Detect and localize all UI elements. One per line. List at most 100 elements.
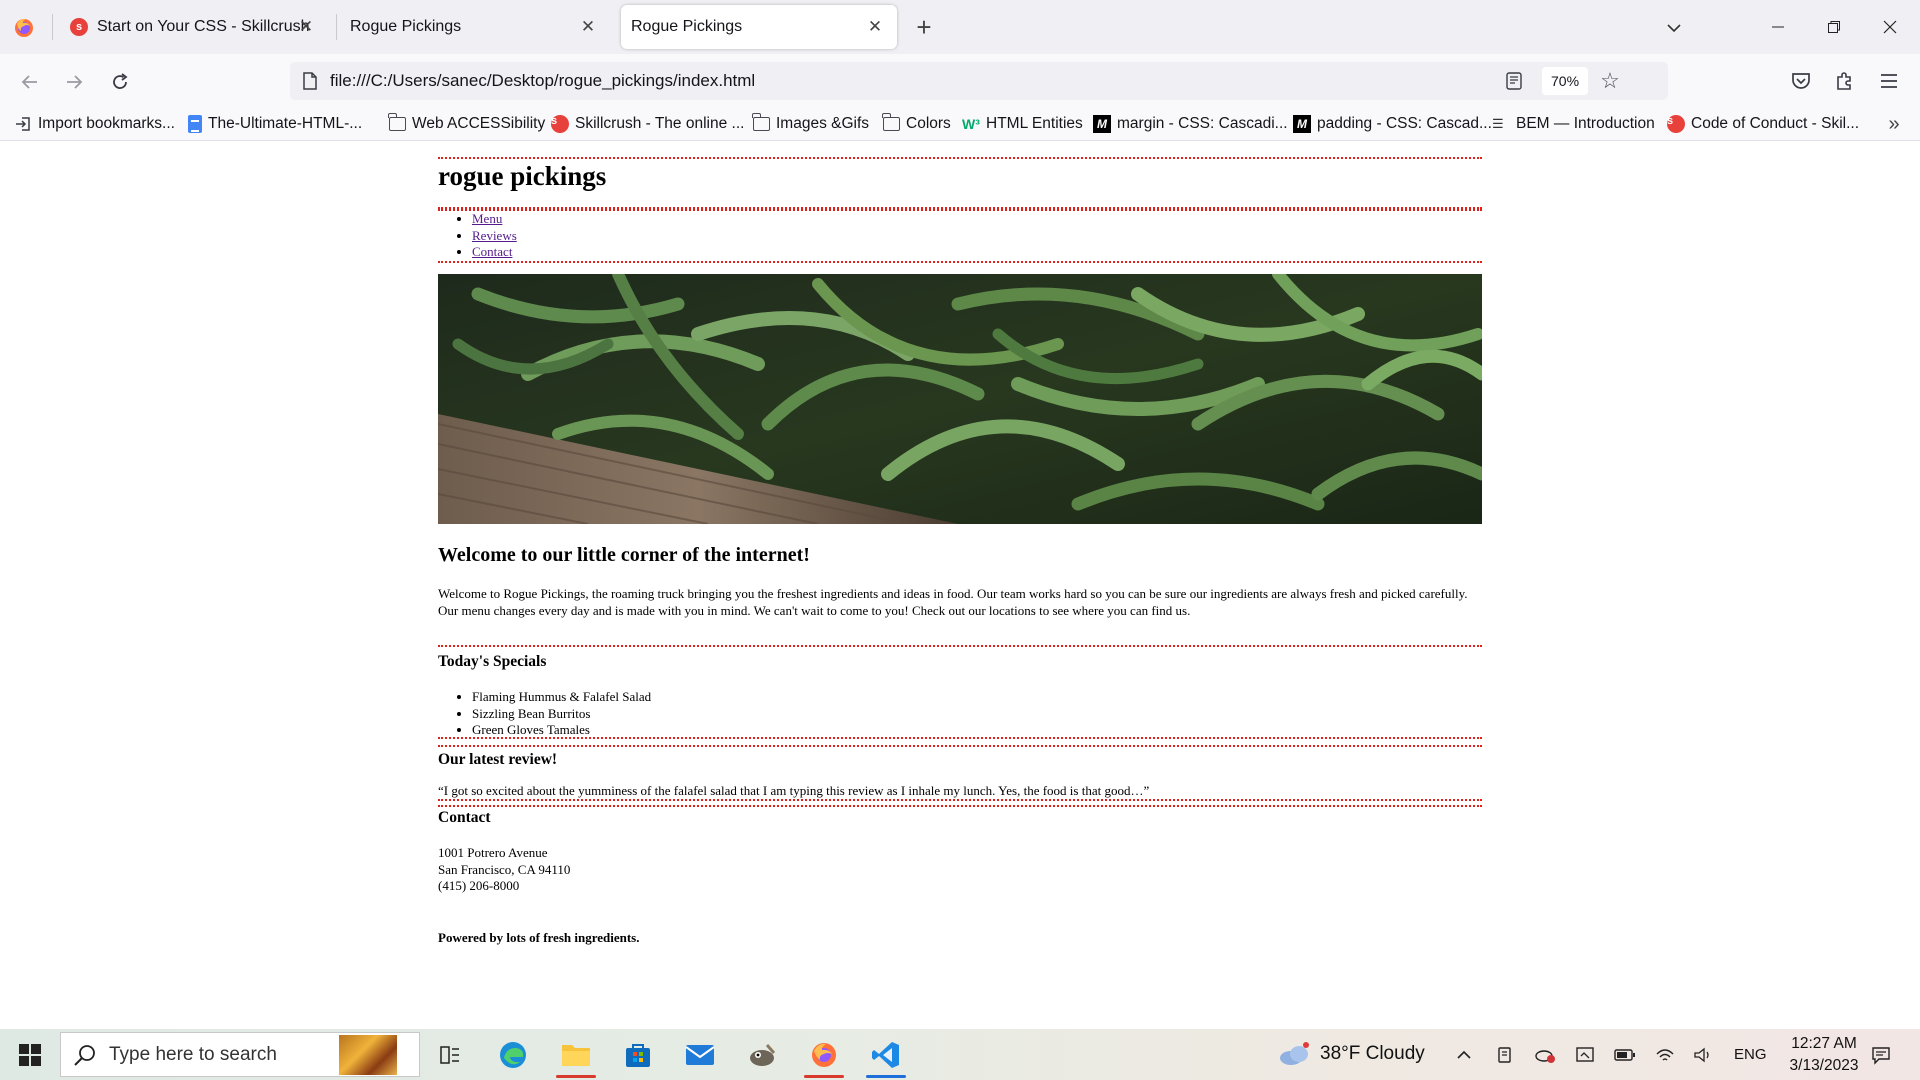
- nav-item-menu: Menu: [472, 211, 1482, 228]
- list-item: Green Gloves Tamales: [472, 722, 651, 739]
- bookmark-ultimate-html[interactable]: The-Ultimate-HTML-...: [188, 108, 362, 140]
- back-arrow-icon: [21, 75, 37, 89]
- list-all-tabs-button[interactable]: [1660, 14, 1688, 42]
- contact-heading: Contact: [438, 809, 491, 826]
- vscode-taskbar-button[interactable]: [862, 1034, 910, 1078]
- bookmark-folder-web-accessibility[interactable]: Web ACCESSibility: [388, 108, 546, 140]
- bookmark-label: Web ACCESSibility: [412, 115, 546, 132]
- app-menu-button[interactable]: [1876, 68, 1902, 94]
- windows-logo-icon: [19, 1044, 41, 1066]
- reader-view-icon[interactable]: [1504, 71, 1524, 91]
- screen-capture-icon[interactable]: [1574, 1044, 1596, 1066]
- folder-icon: [752, 113, 770, 131]
- bookmark-star-icon[interactable]: ☆: [1598, 69, 1622, 93]
- notifications-icon[interactable]: [1870, 1044, 1892, 1066]
- language-indicator[interactable]: ENG: [1734, 1046, 1767, 1063]
- start-button[interactable]: [12, 1041, 52, 1069]
- clock-time: 12:27 AM: [1791, 1035, 1857, 1052]
- clock-date: 3/13/2023: [1789, 1057, 1859, 1074]
- zoom-level-button[interactable]: 70%: [1542, 67, 1589, 95]
- pocket-icon: [1792, 73, 1810, 89]
- close-tab-icon[interactable]: ✕: [576, 15, 600, 39]
- search-icon: [74, 1045, 95, 1066]
- gimp-icon: [750, 1044, 776, 1066]
- tab-rogue-pickings[interactable]: Rogue Pickings ✕: [340, 5, 610, 49]
- bookmark-label: HTML Entities: [986, 115, 1083, 132]
- show-hidden-icons-chevron-icon[interactable]: [1453, 1044, 1475, 1066]
- pocket-button[interactable]: [1788, 68, 1814, 94]
- list-item: Sizzling Bean Burritos: [472, 706, 651, 723]
- bookmark-padding-css[interactable]: M padding - CSS: Cascad...: [1293, 108, 1492, 140]
- nav-link-contact[interactable]: Contact: [472, 244, 512, 259]
- tab-skillcrush[interactable]: s Start on Your CSS - Skillcrush ✕: [62, 5, 328, 49]
- bookmark-label: Images &Gifs: [776, 115, 870, 132]
- search-placeholder: Type here to search: [109, 1044, 277, 1065]
- forward-button[interactable]: [58, 66, 90, 98]
- bookmark-margin-css[interactable]: M margin - CSS: Cascadi...: [1093, 108, 1288, 140]
- bookmark-label: Code of Conduct - Skil...: [1691, 115, 1859, 132]
- bookmark-folder-colors[interactable]: Colors: [882, 108, 951, 140]
- close-window-button[interactable]: [1868, 12, 1912, 42]
- site-title: rogue pickings: [438, 161, 607, 191]
- specials-list: Flaming Hummus & Falafel Salad Sizzling …: [438, 689, 651, 739]
- more-bookmarks-chevron-icon[interactable]: »: [1882, 112, 1906, 136]
- store-taskbar-button[interactable]: [614, 1034, 662, 1076]
- bookmark-skillcrush[interactable]: s Skillcrush - The online ...: [551, 108, 744, 140]
- tab-rogue-pickings-active[interactable]: Rogue Pickings ✕: [621, 5, 897, 49]
- edge-icon: [500, 1042, 526, 1068]
- address-bar[interactable]: file:///C:/Users/sanec/Desktop/rogue_pic…: [290, 62, 1668, 100]
- w3schools-icon: W³: [962, 116, 980, 132]
- site-nav: Menu Reviews Contact: [438, 209, 1482, 263]
- bookmark-label: Import bookmarks...: [38, 115, 175, 132]
- bookmark-label: margin - CSS: Cascadi...: [1117, 115, 1288, 132]
- nav-link-reviews[interactable]: Reviews: [472, 228, 517, 243]
- restore-button[interactable]: [1812, 12, 1856, 42]
- volume-icon[interactable]: [1692, 1044, 1714, 1066]
- site-header: rogue pickings: [438, 157, 1482, 209]
- contact-address: 1001 Potrero Avenue San Francisco, CA 94…: [438, 845, 570, 895]
- bem-icon: ☰: [1492, 116, 1504, 131]
- store-icon: [626, 1044, 650, 1067]
- address-phone: (415) 206-8000: [438, 878, 520, 893]
- reload-icon: [113, 73, 128, 89]
- close-tab-icon[interactable]: ✕: [863, 15, 887, 39]
- close-tab-icon[interactable]: ✕: [294, 15, 318, 39]
- minimize-button[interactable]: [1756, 12, 1800, 42]
- skillcrush-icon: s: [551, 115, 569, 133]
- edge-taskbar-button[interactable]: [489, 1034, 537, 1076]
- page-icon[interactable]: [300, 71, 320, 91]
- review-section: Our latest review! “I got so excited abo…: [438, 745, 1482, 801]
- firefox-taskbar-button[interactable]: [800, 1034, 848, 1078]
- hero-image-green-beans: [438, 274, 1482, 524]
- bookmark-label: padding - CSS: Cascad...: [1317, 115, 1492, 132]
- task-view-button[interactable]: [426, 1034, 474, 1076]
- onedrive-error-icon[interactable]: [1534, 1044, 1556, 1066]
- bookmark-bem-introduction[interactable]: ☰ BEM — Introduction: [1492, 108, 1655, 140]
- specials-heading: Today's Specials: [438, 653, 547, 670]
- mail-taskbar-button[interactable]: [676, 1034, 724, 1076]
- chevron-down-icon: [1667, 24, 1681, 33]
- url-text[interactable]: file:///C:/Users/sanec/Desktop/rogue_pic…: [330, 62, 755, 100]
- bookmark-code-of-conduct[interactable]: s Code of Conduct - Skil...: [1667, 108, 1859, 140]
- new-tab-button[interactable]: +: [910, 12, 938, 42]
- bookmark-import[interactable]: Import bookmarks...: [14, 108, 175, 140]
- nav-link-menu[interactable]: Menu: [472, 211, 502, 226]
- gimp-taskbar-button[interactable]: [738, 1034, 786, 1076]
- meet-now-icon[interactable]: [1494, 1044, 1516, 1066]
- taskbar-search-box[interactable]: Type here to search: [60, 1032, 420, 1077]
- firefox-menu-icon[interactable]: [10, 14, 38, 42]
- extensions-button[interactable]: [1832, 68, 1858, 94]
- file-explorer-taskbar-button[interactable]: [552, 1034, 600, 1078]
- wifi-icon[interactable]: [1654, 1044, 1676, 1066]
- bookmark-html-entities[interactable]: W³ HTML Entities: [962, 108, 1083, 140]
- clock[interactable]: 12:27 AM 3/13/2023: [1772, 1033, 1876, 1077]
- footer-text: Powered by lots of fresh ingredients.: [438, 930, 640, 945]
- windows-taskbar: Type here to search 38°F Cloudy ENG 12:2…: [0, 1029, 1920, 1080]
- skillcrush-icon: s: [1667, 115, 1685, 133]
- reload-button[interactable]: [104, 66, 136, 98]
- weather-text[interactable]: 38°F Cloudy: [1320, 1043, 1425, 1065]
- search-highlight-art: [339, 1035, 397, 1075]
- bookmark-folder-images-gifs[interactable]: Images &Gifs: [752, 108, 870, 140]
- back-button[interactable]: [14, 66, 46, 98]
- battery-icon[interactable]: [1614, 1044, 1636, 1066]
